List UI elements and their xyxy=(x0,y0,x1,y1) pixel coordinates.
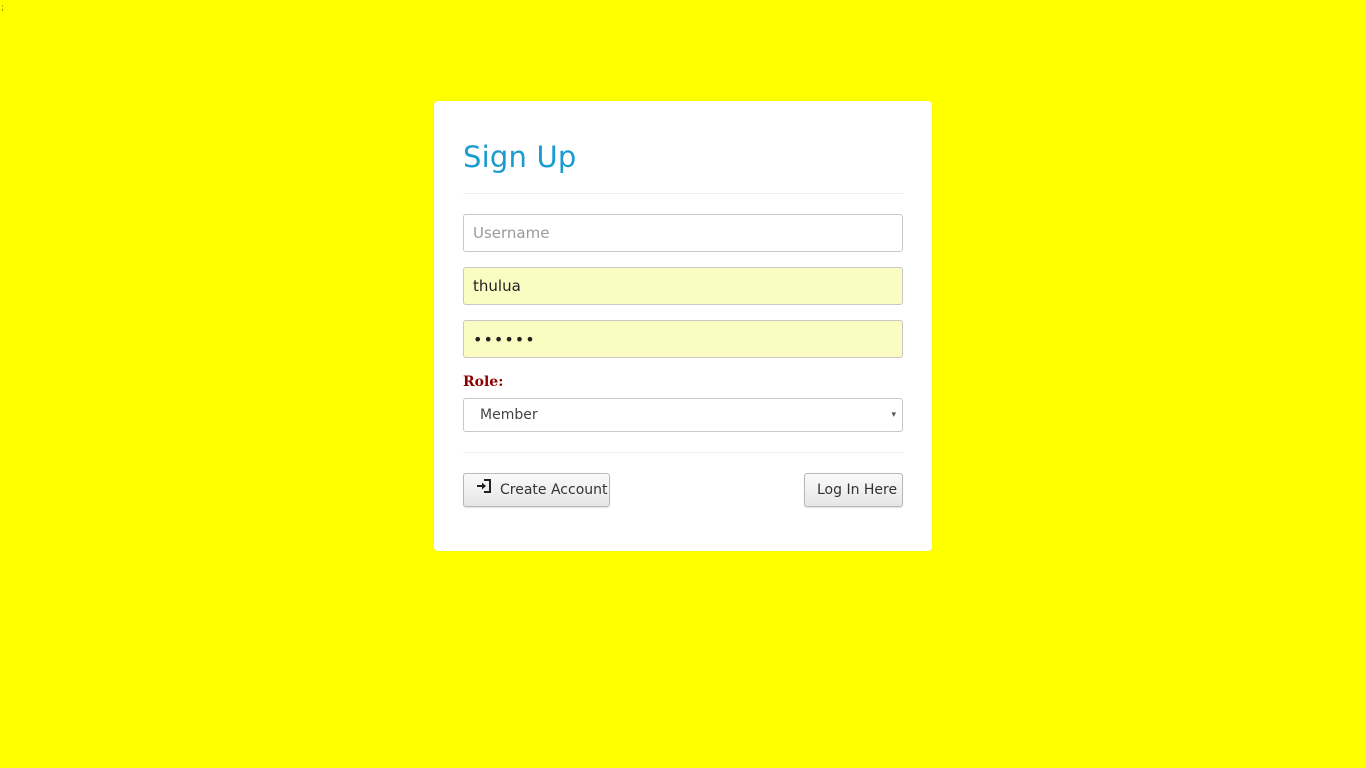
login-button[interactable]: Log In Here xyxy=(804,473,903,507)
sign-in-icon xyxy=(476,473,492,505)
caret-down-icon: ▾ xyxy=(891,410,896,420)
username-input[interactable] xyxy=(463,214,903,252)
role-select[interactable]: Member ▾ xyxy=(463,398,903,432)
page-title: Sign Up xyxy=(463,140,577,174)
title-divider xyxy=(463,193,903,194)
password-input[interactable] xyxy=(463,320,903,358)
corner-mark: ; xyxy=(1,3,5,13)
signup-card: Sign Up Role: Member ▾ Create Account Lo… xyxy=(434,101,932,551)
create-account-label: Create Account xyxy=(500,482,608,498)
create-account-button[interactable]: Create Account xyxy=(463,473,610,507)
actions-divider xyxy=(463,452,903,453)
login-label: Log In Here xyxy=(817,482,898,498)
role-select-value: Member xyxy=(480,407,538,423)
role-label: Role: xyxy=(463,374,504,390)
email-input[interactable] xyxy=(463,267,903,305)
